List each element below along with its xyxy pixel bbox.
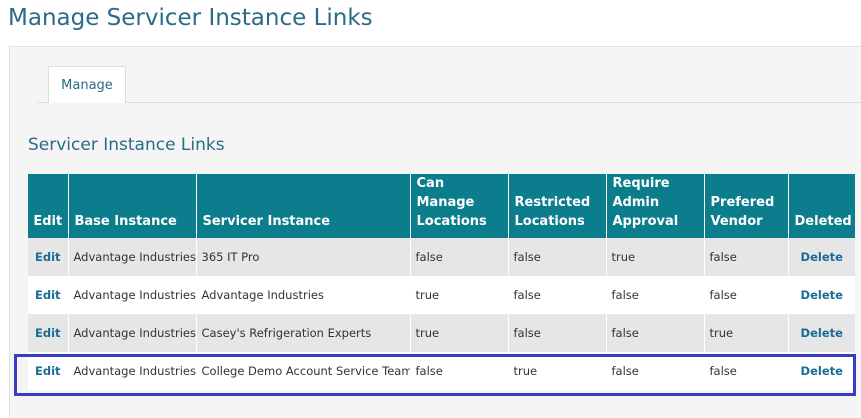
col-header-servicer-instance: Servicer Instance (196, 174, 411, 238)
edit-link[interactable]: Edit (28, 276, 69, 314)
edit-link[interactable]: Edit (28, 314, 69, 352)
base-instance-cell: Advantage Industries (68, 352, 197, 390)
require-admin-cell: false (606, 276, 705, 314)
edit-link[interactable]: Edit (28, 238, 69, 276)
section-title: Servicer Instance Links (28, 135, 225, 155)
table-row: Edit Advantage Industries Advantage Indu… (28, 276, 855, 314)
col-header-prefered-vendor: Prefered Vendor (704, 174, 789, 238)
delete-link[interactable]: Delete (788, 352, 855, 390)
delete-link[interactable]: Delete (788, 276, 855, 314)
require-admin-cell: false (606, 352, 705, 390)
col-header-deleted: Deleted (788, 174, 855, 238)
servicer-links-table: Edit Base Instance Servicer Instance Can… (28, 174, 855, 390)
prefered-vendor-cell: false (704, 352, 789, 390)
base-instance-cell: Advantage Industries (68, 238, 197, 276)
servicer-instance-cell: Advantage Industries (196, 276, 411, 314)
servicer-instance-cell: 365 IT Pro (196, 238, 411, 276)
can-manage-cell: false (410, 238, 509, 276)
delete-link[interactable]: Delete (788, 314, 855, 352)
page-title: Manage Servicer Instance Links (8, 5, 373, 31)
tab-manage[interactable]: Manage (48, 66, 126, 103)
col-header-edit: Edit (28, 174, 69, 238)
edit-link[interactable]: Edit (28, 352, 69, 390)
can-manage-cell: true (410, 314, 509, 352)
servicer-instance-cell: College Demo Account Service Team (196, 352, 411, 390)
table-header-row: Edit Base Instance Servicer Instance Can… (28, 174, 855, 238)
restricted-cell: true (508, 352, 607, 390)
table-row: Edit Advantage Industries 365 IT Pro fal… (28, 238, 855, 276)
restricted-cell: false (508, 314, 607, 352)
can-manage-cell: false (410, 352, 509, 390)
table-row: Edit Advantage Industries College Demo A… (28, 352, 855, 390)
base-instance-cell: Advantage Industries (68, 276, 197, 314)
prefered-vendor-cell: false (704, 238, 789, 276)
restricted-cell: false (508, 238, 607, 276)
require-admin-cell: true (606, 238, 705, 276)
restricted-cell: false (508, 276, 607, 314)
tab-divider (38, 102, 861, 103)
require-admin-cell: false (606, 314, 705, 352)
base-instance-cell: Advantage Industries (68, 314, 197, 352)
delete-link[interactable]: Delete (788, 238, 855, 276)
can-manage-cell: true (410, 276, 509, 314)
col-header-base-instance: Base Instance (68, 174, 197, 238)
col-header-restricted-locations: Restricted Locations (508, 174, 607, 238)
servicer-instance-cell: Casey's Refrigeration Experts (196, 314, 411, 352)
table-row: Edit Advantage Industries Casey's Refrig… (28, 314, 855, 352)
col-header-require-admin-approval: Require Admin Approval (606, 174, 705, 238)
col-header-can-manage-locations: Can Manage Locations (410, 174, 509, 238)
prefered-vendor-cell: true (704, 314, 789, 352)
prefered-vendor-cell: false (704, 276, 789, 314)
